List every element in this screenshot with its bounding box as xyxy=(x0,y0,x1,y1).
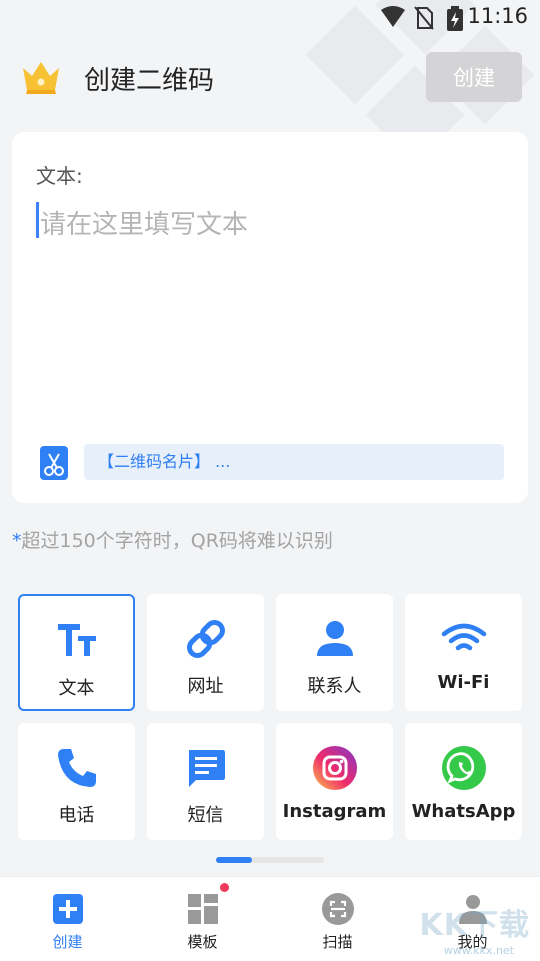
type-label: 网址 xyxy=(187,676,224,697)
nav-label: 创建 xyxy=(52,933,83,951)
signal-icon xyxy=(381,6,405,27)
type-tile-sms[interactable]: 短信 xyxy=(147,723,264,840)
type-tile-text[interactable]: 文本 xyxy=(18,594,135,711)
nav-create[interactable]: 创建 xyxy=(0,877,135,961)
char-limit-hint: *超过150个字符时，QR码将难以识别 xyxy=(12,530,333,552)
type-tile-url[interactable]: 网址 xyxy=(147,594,264,711)
type-label: 联系人 xyxy=(307,676,362,697)
message-icon xyxy=(188,750,225,787)
create-plus-icon xyxy=(52,894,83,924)
nav-label: 模板 xyxy=(187,933,218,951)
text-caret xyxy=(36,202,39,238)
business-card-template-chip[interactable]: 【二维码名片】 ... xyxy=(84,444,504,480)
text-format-icon xyxy=(57,624,96,656)
page-title: 创建二维码 xyxy=(84,66,215,96)
create-button[interactable]: 创建 xyxy=(426,52,522,102)
nav-templates[interactable]: 模板 xyxy=(135,877,270,961)
nav-scan[interactable]: 扫描 xyxy=(270,877,405,961)
template-grid-icon xyxy=(187,894,218,924)
text-input-card: 文本: 请在这里填写文本 【二维码名片】 ... xyxy=(12,132,528,503)
type-tile-wifi[interactable]: Wi-Fi xyxy=(405,594,522,711)
nav-label: 扫描 xyxy=(322,933,353,951)
text-field-label: 文本: xyxy=(36,164,83,188)
wifi-icon xyxy=(441,623,486,651)
instagram-icon xyxy=(312,746,357,790)
type-tile-phone[interactable]: 电话 xyxy=(18,723,135,840)
watermark-url: www.kkx.net xyxy=(443,944,514,957)
type-label: 文本 xyxy=(58,678,95,699)
type-tile-instagram[interactable]: Instagram xyxy=(276,723,393,840)
crown-icon[interactable] xyxy=(20,58,62,96)
type-label: Instagram xyxy=(282,801,387,822)
person-icon xyxy=(316,621,353,656)
whatsapp-icon xyxy=(441,746,486,790)
type-label: 短信 xyxy=(187,805,224,826)
type-label: WhatsApp xyxy=(411,801,516,822)
new-badge-dot xyxy=(220,883,229,892)
template-scissors-icon[interactable] xyxy=(40,446,68,480)
link-icon xyxy=(186,620,225,658)
status-bar: 11:16 xyxy=(0,0,540,36)
no-sim-icon xyxy=(414,6,434,30)
status-time: 11:16 xyxy=(467,4,528,28)
scan-icon xyxy=(321,893,354,925)
type-tile-contact[interactable]: 联系人 xyxy=(276,594,393,711)
watermark-logo: KK下载 xyxy=(419,908,530,943)
type-tile-whatsapp[interactable]: WhatsApp xyxy=(405,723,522,840)
text-input[interactable]: 请在这里填写文本 xyxy=(40,204,248,241)
battery-charging-icon xyxy=(447,6,463,31)
type-label: 电话 xyxy=(58,805,95,826)
page-indicator-thumb xyxy=(216,857,252,863)
type-label: Wi-Fi xyxy=(437,672,490,693)
phone-icon xyxy=(57,749,96,787)
